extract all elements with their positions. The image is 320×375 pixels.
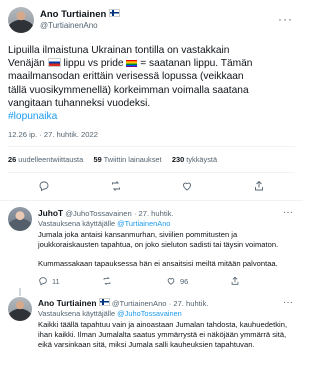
author-block[interactable]: Ano Turtiainen @TurtiainenAno	[40, 9, 120, 30]
reply-date[interactable]: · 27. huhtik.	[134, 209, 174, 218]
reply-avatar[interactable]	[8, 207, 32, 231]
rainbow-flag-icon	[126, 60, 138, 68]
main-action-bar	[8, 178, 295, 194]
retweet-count[interactable]: 26 uudelleentwiittausta	[8, 155, 83, 164]
tweet-stats: 26 uudelleentwiittausta 59 Twiittin lain…	[8, 155, 217, 164]
replying-to-handle[interactable]: @TurtiainenAno	[117, 219, 170, 228]
divider	[8, 172, 295, 173]
reply-author-handle[interactable]: @JuhoTossavainen	[65, 209, 131, 218]
like-count[interactable]: 230 tykkäystä	[172, 155, 217, 164]
thread-line	[19, 288, 21, 296]
tweet-text: Lipuilla ilmaistuna Ukrainan tontilla on…	[8, 44, 298, 123]
author-name[interactable]: Ano Turtiainen	[40, 9, 106, 20]
author-avatar[interactable]	[8, 7, 34, 33]
more-options-icon[interactable]: ···	[283, 297, 293, 308]
author-handle[interactable]: @TurtiainenAno	[40, 21, 120, 30]
reply-header: JuhoT @JuhoTossavainen · 27. huhtik.	[38, 208, 174, 218]
reply-author-name[interactable]: JuhoT	[38, 208, 63, 218]
retweet-icon	[103, 276, 111, 286]
russia-flag-icon	[47, 58, 61, 68]
reply-header: Ano Turtiainen @TurtiainenAno · 27. huht…	[38, 298, 208, 308]
reply-share-action[interactable]	[230, 276, 240, 286]
replying-to: Vastauksena käyttäjälle @TurtiainenAno	[38, 219, 171, 228]
divider	[0, 200, 303, 201]
reply-text: Kaikki täällä tapahtuu vain ja ainoastaa…	[38, 320, 288, 349]
like-icon[interactable]	[181, 180, 193, 192]
reply-reply-action[interactable]: 11	[38, 276, 60, 286]
finland-flag-icon	[98, 298, 110, 306]
share-icon[interactable]	[253, 180, 265, 192]
replying-to: Vastauksena käyttäjälle @JuhoTossavainen	[38, 309, 182, 318]
share-icon	[231, 276, 239, 285]
reply-avatar[interactable]	[8, 297, 32, 321]
retweet-icon[interactable]	[110, 180, 122, 192]
reply-icon[interactable]	[38, 180, 50, 192]
reply-icon	[39, 277, 47, 286]
reply-action-bar: 11 96	[38, 276, 288, 288]
reply-retweet-action[interactable]	[102, 276, 116, 286]
like-icon	[167, 278, 175, 285]
reply-date[interactable]: · 27. huhtik.	[169, 299, 209, 308]
reply-like-action[interactable]: 96	[166, 276, 188, 286]
finland-flag-icon	[108, 9, 120, 17]
reply-author-name[interactable]: Ano Turtiainen	[38, 298, 96, 308]
replying-to-handle[interactable]: @JuhoTossavainen	[117, 309, 182, 318]
more-options-icon[interactable]: ···	[278, 12, 293, 26]
quote-count[interactable]: 59 Twiittin lainaukset	[94, 155, 162, 164]
tweet-timestamp[interactable]: 12.26 ip. · 27. huhtik. 2022	[8, 130, 98, 139]
reply-text: Jumala joka antaisi kansanmurhan, siviil…	[38, 230, 279, 268]
hashtag-link[interactable]: #lopunaika	[8, 110, 298, 123]
reply-author-handle[interactable]: @TurtiainenAno	[112, 299, 167, 308]
divider	[8, 146, 295, 147]
more-options-icon[interactable]: ···	[283, 207, 293, 218]
